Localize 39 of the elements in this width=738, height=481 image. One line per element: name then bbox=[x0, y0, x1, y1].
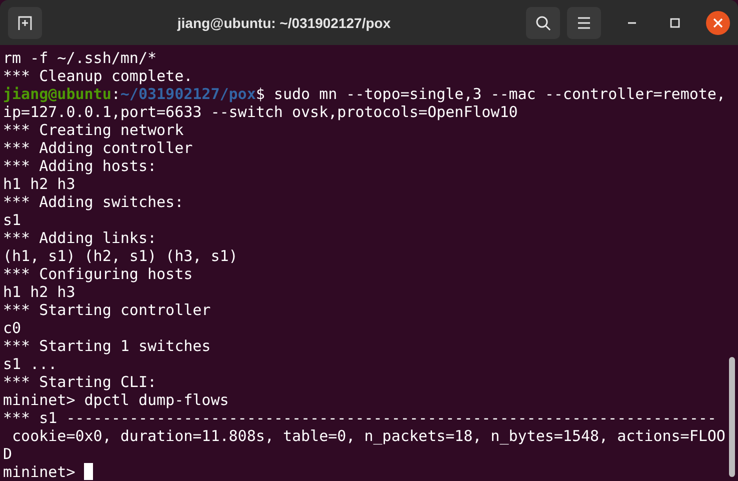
scrollbar-thumb[interactable] bbox=[729, 357, 735, 477]
maximize-icon bbox=[670, 18, 680, 28]
terminal-line: $ sudo mn --topo=single,3 --mac --controller=remote, bbox=[256, 85, 726, 103]
terminal-line: *** Adding hosts: bbox=[3, 157, 157, 175]
window-title: jiang@ubuntu: ~/031902127/pox bbox=[176, 14, 392, 30]
new-tab-button[interactable] bbox=[8, 6, 42, 38]
close-button[interactable] bbox=[706, 10, 730, 34]
terminal-line: h1 h2 h3 bbox=[3, 283, 76, 301]
terminal-line: mininet> dpctl dump-flows bbox=[3, 391, 229, 409]
terminal-line: ip=127.0.0.1,port=6633 --switch ovsk,protocols=OpenFlow10 bbox=[3, 103, 518, 121]
menu-icon bbox=[577, 16, 591, 28]
terminal-line: s1 bbox=[3, 211, 22, 229]
terminal-line: *** Configuring hosts bbox=[3, 265, 193, 283]
new-tab-icon bbox=[17, 14, 33, 30]
terminal-line: *** Cleanup complete. bbox=[3, 67, 193, 85]
search-icon bbox=[535, 14, 551, 30]
terminal-line: c0 bbox=[3, 319, 22, 337]
terminal-line: *** Starting CLI: bbox=[3, 373, 157, 391]
terminal-line: *** Starting 1 switches bbox=[3, 337, 211, 355]
terminal-line: mininet> bbox=[3, 463, 76, 481]
terminal-line: *** Adding controller bbox=[3, 139, 193, 157]
terminal-line: cookie=0x0, duration=11.808s, table=0, n_packets=18, n_bytes=1548, actions=FLOO bbox=[11, 427, 726, 445]
terminal-line: *** Creating network bbox=[3, 121, 184, 139]
terminal-line: *** s1 ------------------------------------------------------------------------ bbox=[3, 409, 716, 427]
minimize-icon bbox=[627, 22, 637, 24]
terminal-line: h1 h2 h3 bbox=[3, 175, 76, 193]
close-icon bbox=[713, 18, 723, 28]
terminal-line: *** Starting controller bbox=[3, 301, 211, 319]
terminal-line: (h1, s1) (h2, s1) (h3, s1) bbox=[3, 247, 238, 265]
terminal-line: D bbox=[3, 445, 12, 463]
menu-button[interactable] bbox=[567, 6, 601, 38]
prompt-separator: : bbox=[111, 85, 120, 103]
terminal-line: s1 ... bbox=[3, 355, 58, 373]
terminal-line: *** Adding switches: bbox=[3, 193, 184, 211]
terminal-line: rm -f ~/.ssh/mn/* bbox=[3, 49, 157, 67]
prompt-path: ~/031902127/pox bbox=[120, 85, 256, 103]
search-button[interactable] bbox=[526, 6, 560, 38]
prompt-user: jiang@ubuntu bbox=[3, 85, 112, 103]
terminal-line: *** Adding links: bbox=[3, 229, 157, 247]
